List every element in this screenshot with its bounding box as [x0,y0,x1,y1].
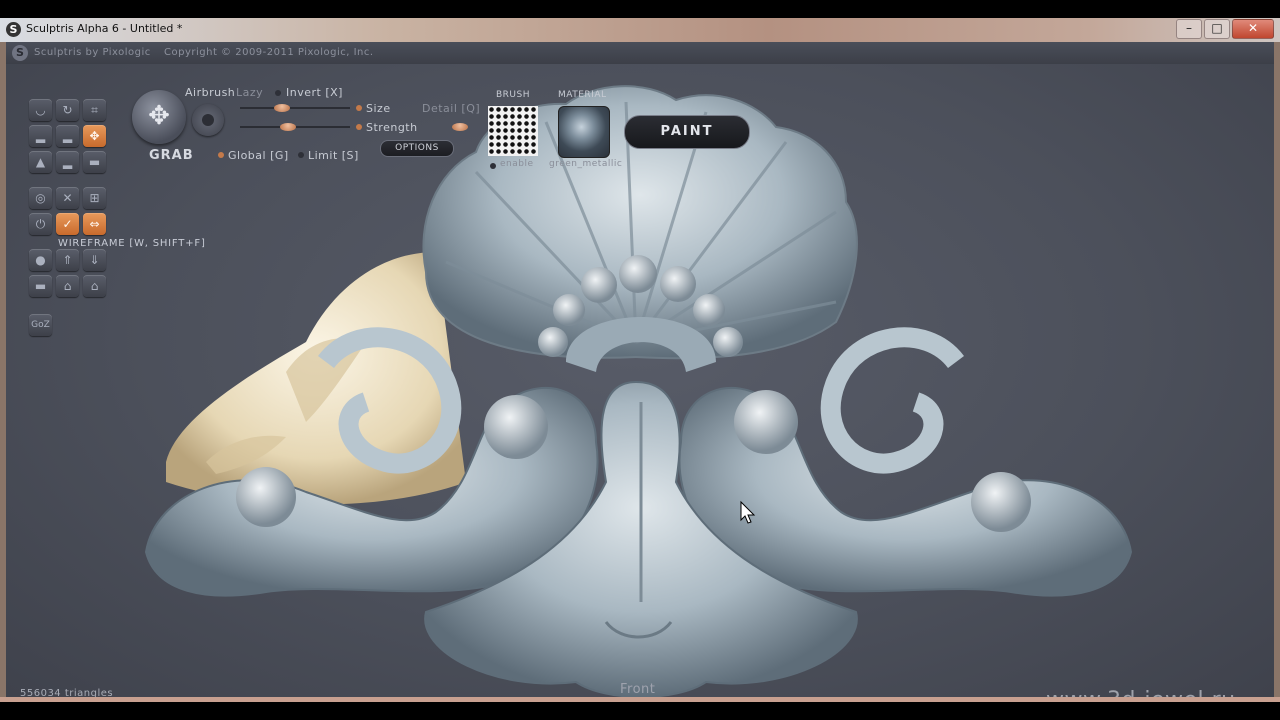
power-icon[interactable]: ⏻ [29,213,52,235]
rotate-tool-icon[interactable]: ↻ [56,99,79,121]
app-header: S Sculptris by Pixologic Copyright © 200… [6,42,1274,64]
inflate-tool-icon[interactable]: ▂ [56,125,79,147]
detail-label[interactable]: Detail [Q] [422,102,480,115]
window-title: Sculptris Alpha 6 - Untitled * [26,22,183,35]
move-arrows-icon[interactable]: ✥ [132,90,186,144]
size-slider-track[interactable] [240,107,350,109]
size-slider-knob[interactable] [274,104,290,112]
new-sphere-icon[interactable]: ● [29,249,52,271]
strength-slider-knob[interactable] [280,123,296,131]
triangle-count: 556034 triangles [20,688,114,697]
brush-header: BRUSH [496,90,530,100]
limit-toggle[interactable]: Limit [S] [308,149,359,162]
save-file-icon[interactable]: ⇓ [83,249,106,271]
brush-enable-indicator [490,163,496,169]
crop-tool-icon[interactable]: ⌗ [83,99,106,121]
pinch-tool-icon[interactable]: ▲ [29,151,52,173]
smooth-tool-icon[interactable]: ▂ [56,151,79,173]
wireframe-tooltip: WIREFRAME [W, SHIFT+F] [58,238,206,249]
tool-name: GRAB [149,148,194,163]
open-file-icon[interactable]: ⇑ [56,249,79,271]
reduce-selected-icon[interactable]: ✕ [56,187,79,209]
pixologic-logo-icon: S [12,45,28,61]
flatten-tool-icon[interactable]: ▂ [29,125,52,147]
wireframe-toggle-icon[interactable]: ✓ [56,213,79,235]
strength-label: Strength [366,121,418,134]
invert-indicator [275,90,281,96]
detail-slider-knob[interactable] [452,123,468,131]
paint-button[interactable]: PAINT [624,115,750,149]
watermark: www.3d-jewel.ru [1046,688,1236,697]
material-header: MATERIAL [558,90,607,100]
brush-enable-label[interactable]: enable [500,159,534,169]
global-toggle[interactable]: Global [G] [228,149,289,162]
brush-record-button[interactable] [192,104,224,136]
export-icon[interactable]: ⌂ [56,275,79,297]
sculptris-app-icon: S [6,22,21,37]
viewport[interactable]: S Sculptris by Pixologic Copyright © 200… [6,42,1274,697]
global-indicator [218,152,224,158]
options-button[interactable]: OPTIONS [380,140,454,157]
symmetry-toggle-icon[interactable]: ⇔ [83,213,106,235]
app-name: Sculptris by Pixologic [34,47,151,58]
airbrush-toggle[interactable]: Airbrush [185,86,235,99]
maximize-button[interactable]: □ [1204,19,1230,39]
material-name: green_metallic [549,159,623,169]
size-indicator [356,105,362,111]
strength-indicator [356,124,362,130]
reduce-brush-icon[interactable]: ◎ [29,187,52,209]
import-icon[interactable]: ▬ [29,275,52,297]
window-bottom-border [0,697,1280,702]
goz-button[interactable]: GoZ [29,314,52,336]
close-button[interactable]: ✕ [1232,19,1274,39]
scale-tool-icon[interactable]: ▬ [83,151,106,173]
size-label: Size [366,102,391,115]
invert-toggle[interactable]: Invert [X] [286,86,343,99]
material-thumbnail[interactable] [558,106,610,158]
brush-alpha-thumbnail[interactable] [488,106,538,156]
title-bar[interactable]: S Sculptris Alpha 6 - Untitled * – □ ✕ [0,18,1280,42]
settings-icon[interactable]: ⌂ [83,275,106,297]
grab-tool-icon[interactable]: ✥ [83,125,106,147]
app-window: S Sculptris Alpha 6 - Untitled * – □ ✕ S… [0,18,1280,702]
subdivide-icon[interactable]: ⊞ [83,187,106,209]
minimize-button[interactable]: – [1176,19,1202,39]
lazy-toggle[interactable]: Lazy [236,86,263,99]
copyright-text: Copyright © 2009-2011 Pixologic, Inc. [164,47,374,58]
view-label: Front [620,682,656,697]
crease-tool-icon[interactable]: ◡ [29,99,52,121]
limit-indicator [298,152,304,158]
